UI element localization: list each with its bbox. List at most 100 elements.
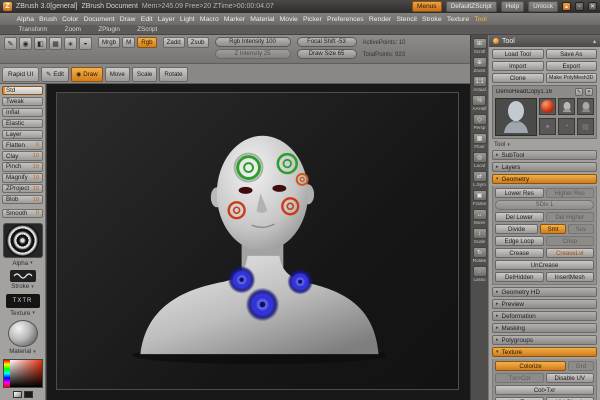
rapid-ui-tab[interactable]: Rapid UI: [2, 66, 40, 82]
del-higher-button[interactable]: Del Higher: [545, 212, 594, 222]
primitive-tool-thumbnail[interactable]: ▤: [577, 118, 594, 135]
dots-icon-button[interactable]: ◉: [19, 37, 32, 50]
higher-res-button[interactable]: Higher Res: [545, 188, 594, 198]
brush-zproject[interactable]: ZProject 10: [2, 184, 43, 194]
sculpt-head[interactable]: [57, 93, 458, 389]
alpha-thumbnail[interactable]: [2, 222, 43, 259]
rgb-intensity-slider[interactable]: Rgb Intensity 100: [214, 37, 291, 47]
l-sym-button[interactable]: ⇄ L.Sym: [472, 171, 487, 188]
texture-menu[interactable]: Texture: [2, 310, 43, 317]
export-button[interactable]: Export: [545, 61, 597, 71]
menu-zscript[interactable]: ZScript: [134, 26, 159, 33]
brush-std[interactable]: Std: [2, 86, 43, 96]
scroll-button[interactable]: ⊞ Scroll: [472, 38, 487, 55]
document-canvas[interactable]: [46, 84, 470, 400]
clone-button[interactable]: Clone: [492, 73, 544, 83]
aahalf-button[interactable]: ½ AAHalf: [472, 95, 487, 112]
menu-macro[interactable]: Macro: [197, 16, 221, 23]
rotate-mode-button[interactable]: Rotate: [159, 66, 188, 82]
brush-magnify[interactable]: Magnify 10: [2, 173, 43, 183]
menu-stroke[interactable]: Stroke: [419, 16, 444, 23]
menu-layer[interactable]: Layer: [155, 16, 177, 23]
zoom-button[interactable]: ⊕ Zoom: [472, 57, 487, 74]
menu-preferences[interactable]: Preferences: [324, 16, 366, 23]
zsub-button[interactable]: Zsub: [186, 37, 209, 48]
local-button[interactable]: ◎ Local: [472, 152, 487, 169]
gradient-icon-button[interactable]: ◧: [34, 37, 47, 50]
move-mode-button[interactable]: Move: [104, 66, 130, 82]
section-preview[interactable]: ▸ Preview: [492, 299, 597, 309]
brush-smooth[interactable]: Smooth 0: [2, 208, 43, 219]
material-sphere-thumbnail[interactable]: [7, 320, 38, 347]
unlock-button[interactable]: Unlock: [528, 1, 558, 12]
collapse-icon[interactable]: ▴: [593, 38, 596, 45]
draw-mode-button[interactable]: Draw: [71, 66, 103, 82]
actual-button[interactable]: 1:1 Actual: [472, 76, 487, 93]
save-as-button[interactable]: Save As: [545, 49, 597, 59]
scale-mode-button[interactable]: Scale: [131, 66, 158, 82]
menu-texture[interactable]: Texture: [444, 16, 471, 23]
minimize-icon[interactable]: ▴: [562, 2, 571, 11]
stamp-icon-button[interactable]: ◒: [79, 37, 92, 50]
menus-button[interactable]: Menus: [412, 1, 442, 12]
default-zscript-button[interactable]: DefaultZScript: [445, 1, 497, 12]
rotate-button[interactable]: ↻ Rotate: [472, 247, 487, 264]
scale-button[interactable]: ↕ Scale: [472, 228, 487, 245]
persp-button[interactable]: ◇ Persp: [472, 114, 487, 131]
edge-loop-button[interactable]: Edge Loop: [495, 236, 544, 246]
menu-document[interactable]: Document: [81, 16, 117, 23]
focal-shift-slider[interactable]: Focal Shift -53: [296, 37, 357, 47]
menu-edit[interactable]: Edit: [138, 16, 155, 23]
zadd-button[interactable]: Zadd: [162, 37, 185, 48]
import-button[interactable]: Import: [492, 61, 544, 71]
material-menu[interactable]: Material: [2, 348, 43, 355]
close-icon[interactable]: ✕: [588, 2, 597, 11]
insert-mesh-button[interactable]: InsertMesh: [545, 272, 594, 282]
star-icon[interactable]: ✶: [585, 88, 593, 96]
spray-icon-button[interactable]: ∗: [64, 37, 77, 50]
texture-thumbnail[interactable]: TXTR: [5, 293, 40, 309]
disable-uv-button[interactable]: Disable UV: [545, 373, 594, 383]
section-geometry-hd[interactable]: ▸ Geometry HD: [492, 287, 597, 297]
grd-toggle[interactable]: Grd: [568, 361, 594, 371]
rgb-button[interactable]: Rgb: [137, 37, 157, 48]
help-button[interactable]: Help: [500, 1, 525, 12]
brush-blob[interactable]: Blob 10: [2, 194, 43, 205]
move-button[interactable]: ↔ Move: [472, 209, 487, 226]
menu-movie[interactable]: Movie: [277, 16, 300, 23]
menu-zoom[interactable]: Zoom: [62, 26, 84, 33]
brush-clay[interactable]: Clay 10: [2, 151, 43, 161]
menu-transform[interactable]: Transform: [16, 26, 50, 33]
del-hidden-button[interactable]: DelHidden: [495, 272, 544, 282]
uncrease-button[interactable]: UnCrease: [495, 260, 594, 270]
section-polygroups[interactable]: ▸ Polygroups: [492, 335, 597, 345]
menu-color[interactable]: Color: [60, 16, 81, 23]
recent-tool-thumbnail[interactable]: [558, 98, 575, 115]
menu-alpha[interactable]: Alpha: [14, 16, 37, 23]
draw-size-slider[interactable]: Draw Size 65: [296, 49, 357, 59]
recent-tool-thumbnail[interactable]: [577, 98, 594, 115]
section-texture[interactable]: ▾ Texture: [492, 347, 597, 357]
current-tool-thumbnail[interactable]: [495, 98, 537, 136]
crease-button[interactable]: Crease: [495, 248, 544, 258]
menu-picker[interactable]: Picker: [300, 16, 324, 23]
brush-elastic[interactable]: Elastic: [2, 118, 43, 129]
primitive-tool-thumbnail[interactable]: ✦: [539, 118, 556, 135]
alpha-menu[interactable]: Alpha: [2, 260, 43, 267]
menu-tool[interactable]: Tool: [472, 16, 490, 23]
suv-toggle[interactable]: Suv: [568, 224, 594, 234]
crisp-toggle[interactable]: Crisp: [545, 236, 594, 246]
restore-icon[interactable]: ▫: [575, 2, 584, 11]
grid-icon-button[interactable]: ▦: [49, 37, 62, 50]
brush-pinch[interactable]: Pinch 10: [2, 162, 43, 172]
section-deformation[interactable]: ▸ Deformation: [492, 311, 597, 321]
pen-icon-button[interactable]: ✎: [4, 37, 17, 50]
txr-to-col-button[interactable]: Txr>Col: [495, 373, 544, 383]
edit-mode-button[interactable]: Edit: [41, 66, 69, 82]
tool-dropdown[interactable]: Tool: [492, 141, 597, 148]
section-subtool[interactable]: ▸ SubTool: [492, 150, 597, 160]
primitive-tool-thumbnail[interactable]: ◔: [558, 118, 575, 135]
brush-flatten[interactable]: Flatten 0: [2, 140, 43, 150]
section-layers[interactable]: ▸ Layers: [492, 162, 597, 172]
secondary-color-swatch[interactable]: [23, 391, 33, 399]
